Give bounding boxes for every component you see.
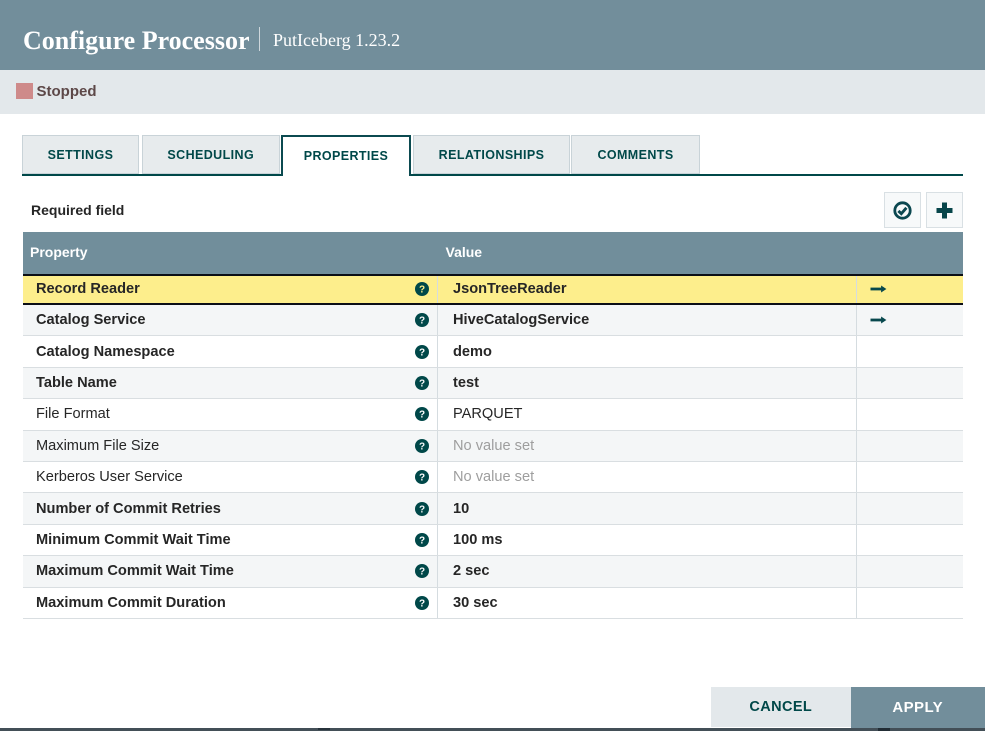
svg-text:?: ? — [418, 473, 424, 484]
svg-text:?: ? — [418, 316, 424, 327]
svg-text:?: ? — [418, 441, 424, 452]
svg-text:?: ? — [418, 378, 424, 389]
svg-text:?: ? — [418, 410, 424, 421]
svg-text:?: ? — [418, 598, 424, 609]
svg-text:?: ? — [418, 347, 424, 358]
svg-text:?: ? — [418, 535, 424, 546]
svg-text:?: ? — [418, 504, 424, 515]
svg-text:?: ? — [418, 567, 424, 578]
svg-text:?: ? — [418, 285, 424, 296]
